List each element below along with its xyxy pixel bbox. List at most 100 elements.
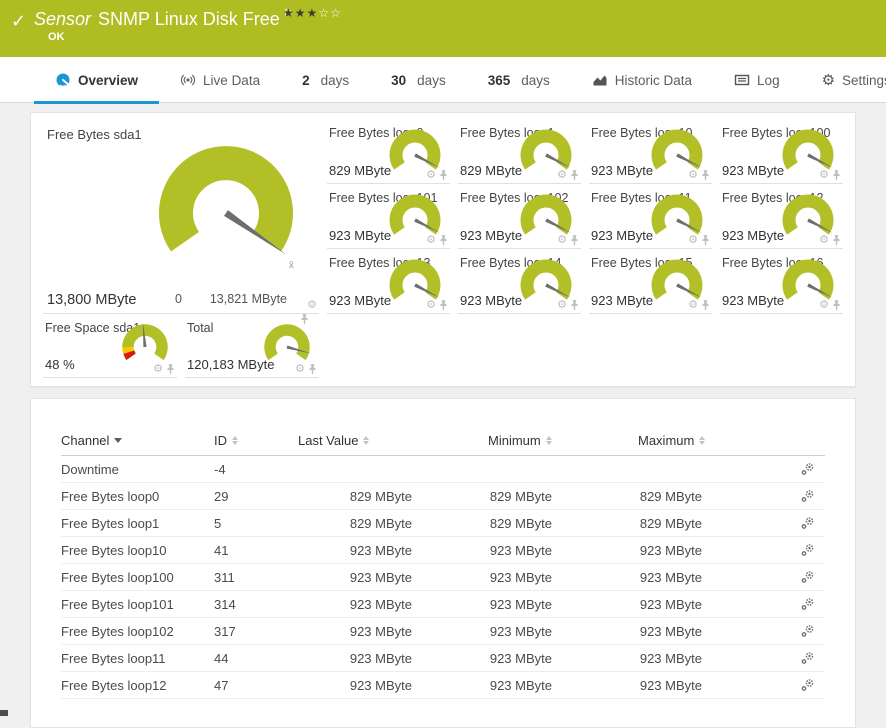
table-row-free-bytes-loop10: Free Bytes loop10 41 923 MByte 923 MByte… — [61, 537, 825, 564]
gauge-value: 923 MByte — [329, 228, 391, 243]
gauge-settings-icon[interactable]: ⚙ — [819, 300, 829, 311]
star-empty-icon[interactable]: ☆ — [330, 6, 342, 20]
channel-settings-icon[interactable] — [800, 570, 815, 584]
star-empty-icon[interactable]: ☆ — [318, 6, 330, 20]
tab-overview[interactable]: Overview — [34, 57, 159, 103]
gauge-value: 923 MByte — [460, 228, 522, 243]
column-label: Maximum — [638, 433, 694, 448]
cell-maximum: 923 MByte — [552, 678, 702, 693]
gauge-pin-icon[interactable] — [570, 170, 579, 181]
gauge-free-bytes-loop15: Free Bytes loop15 923 MByte ⚙ — [589, 249, 712, 314]
tab-365-days[interactable]: 365days — [467, 57, 571, 103]
gauge-pin-icon[interactable] — [701, 235, 710, 246]
gauge-free-bytes-loop14: Free Bytes loop14 923 MByte ⚙ — [458, 249, 581, 314]
channel-settings-icon[interactable] — [800, 678, 815, 692]
column-label: ID — [214, 433, 227, 448]
tab-live-data[interactable]: Live Data — [159, 57, 281, 103]
gauge-pin-icon[interactable] — [439, 300, 448, 311]
gauge-settings-icon[interactable]: ⚙ — [307, 300, 317, 311]
gauge-scale-min: 0 — [175, 292, 182, 306]
tab-unit: days — [321, 73, 350, 88]
table-row-free-bytes-loop102: Free Bytes loop102 317 923 MByte 923 MBy… — [61, 618, 825, 645]
column-header-last-value[interactable]: Last Value — [298, 433, 412, 448]
gauge-pin-icon[interactable] — [701, 300, 710, 311]
tab-2-days[interactable]: 2days — [281, 57, 370, 103]
page-corner-chip — [0, 710, 8, 716]
column-header-maximum[interactable]: Maximum — [552, 433, 702, 448]
tab-historic-data[interactable]: Historic Data — [571, 57, 713, 103]
cell-id: -4 — [214, 462, 298, 477]
gauge-scale-max: 13,821 MByte — [210, 292, 287, 306]
gauge-pin-icon[interactable] — [439, 170, 448, 181]
gauge-pin-icon[interactable] — [439, 235, 448, 246]
gauge-title: Free Bytes sda1 — [47, 127, 142, 142]
column-header-minimum[interactable]: Minimum — [412, 433, 552, 448]
gauge-pin-icon[interactable] — [570, 235, 579, 246]
channel-settings-icon[interactable] — [800, 597, 815, 611]
channel-settings-icon[interactable] — [800, 516, 815, 530]
gauge-dial[interactable]: x̄ — [141, 133, 311, 281]
tab-settings[interactable]: ⚙Settings — [801, 57, 886, 103]
column-header-id[interactable]: ID — [214, 433, 298, 448]
gauge-settings-icon[interactable]: ⚙ — [426, 170, 436, 181]
cell-maximum: 829 MByte — [552, 516, 702, 531]
column-header-channel[interactable]: Channel — [61, 433, 214, 448]
cell-minimum: 923 MByte — [412, 651, 552, 666]
gauge-settings-icon[interactable]: ⚙ — [688, 235, 698, 246]
gauge-free-bytes-loop11: Free Bytes loop11 923 MByte ⚙ — [589, 184, 712, 249]
gauge-settings-icon[interactable]: ⚙ — [557, 300, 567, 311]
gauge-settings-icon[interactable]: ⚙ — [153, 364, 163, 375]
gauge-free-bytes-loop13: Free Bytes loop13 923 MByte ⚙ — [327, 249, 450, 314]
svg-text:x̄: x̄ — [289, 260, 294, 271]
gauge-settings-icon[interactable]: ⚙ — [295, 364, 305, 375]
channel-settings-icon[interactable] — [800, 489, 815, 503]
gauge-settings-icon[interactable]: ⚙ — [557, 170, 567, 181]
gauge-settings-icon[interactable]: ⚙ — [819, 170, 829, 181]
tab-log[interactable]: Log — [713, 57, 801, 103]
tab-label: Settings — [842, 73, 886, 88]
table-header-row: ChannelID Last ValueMinimum Maximum — [61, 426, 825, 456]
gauge-pin-icon[interactable] — [308, 364, 317, 375]
cell-last-value: 923 MByte — [298, 570, 412, 585]
gauge-pin-icon[interactable] — [832, 235, 841, 246]
star-filled-icon[interactable]: ★ — [283, 6, 295, 20]
gauge-total: Total 120,183 MByte ⚙ — [185, 314, 319, 378]
gauge-settings-icon[interactable]: ⚙ — [426, 235, 436, 246]
gauge-pin-icon[interactable] — [832, 170, 841, 181]
channel-settings-icon[interactable] — [800, 543, 815, 557]
table-row-free-bytes-loop0: Free Bytes loop0 29 829 MByte 829 MByte … — [61, 483, 825, 510]
gauge-settings-icon[interactable]: ⚙ — [688, 300, 698, 311]
channel-settings-icon[interactable] — [800, 651, 815, 665]
gauge-title: Total — [187, 321, 213, 335]
cell-last-value: 923 MByte — [298, 624, 412, 639]
cell-maximum: 923 MByte — [552, 624, 702, 639]
priority-stars[interactable]: ★★★☆☆ — [283, 6, 342, 20]
gauge-free-bytes-loop1: Free Bytes loop1 829 MByte ⚙ — [458, 119, 581, 184]
gauge-settings-icon[interactable]: ⚙ — [688, 170, 698, 181]
tab-30-days[interactable]: 30days — [370, 57, 467, 103]
gauge-free-bytes-loop16: Free Bytes loop16 923 MByte ⚙ — [720, 249, 843, 314]
star-filled-icon[interactable]: ★ — [307, 6, 319, 20]
table-body: Downtime -4 Free Bytes loop0 29 829 MByt… — [61, 456, 825, 699]
tab-label: Log — [757, 73, 780, 88]
gauge-pin-icon[interactable] — [570, 300, 579, 311]
gauge-settings-icon[interactable]: ⚙ — [557, 235, 567, 246]
tab-number: 30 — [391, 73, 406, 88]
channels-table-panel: ChannelID Last ValueMinimum Maximum Downti… — [30, 398, 856, 728]
cell-channel: Free Bytes loop1 — [61, 516, 214, 531]
cell-last-value: 923 MByte — [298, 543, 412, 558]
gauge-settings-icon[interactable]: ⚙ — [819, 235, 829, 246]
channel-settings-icon[interactable] — [800, 624, 815, 638]
cell-minimum: 829 MByte — [412, 489, 552, 504]
gauge-value: 923 MByte — [722, 163, 784, 178]
channel-settings-icon[interactable] — [800, 462, 815, 476]
gauge-value: 923 MByte — [460, 293, 522, 308]
gauge-pin-icon[interactable] — [832, 300, 841, 311]
sort-both-icon — [363, 436, 369, 445]
gauge-free-bytes-loop100: Free Bytes loop100 923 MByte ⚙ — [720, 119, 843, 184]
gauge-settings-icon[interactable]: ⚙ — [426, 300, 436, 311]
star-filled-icon[interactable]: ★ — [295, 6, 307, 20]
log-icon — [734, 72, 750, 88]
gauge-pin-icon[interactable] — [166, 364, 175, 375]
gauge-pin-icon[interactable] — [701, 170, 710, 181]
